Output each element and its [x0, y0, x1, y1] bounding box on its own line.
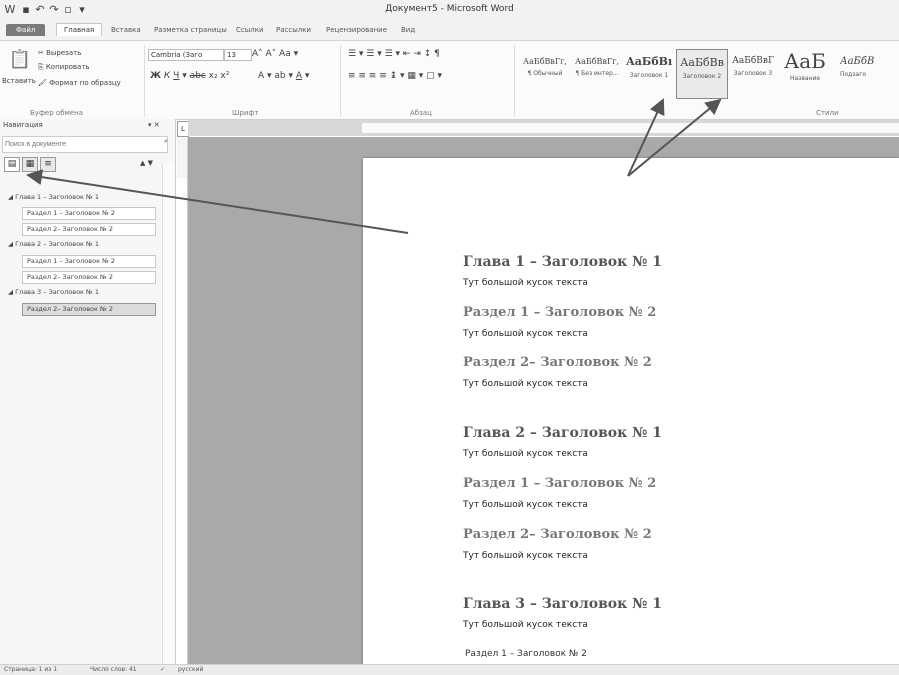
heading-2[interactable]: Раздел 1 – Заголовок № 2 — [463, 305, 656, 320]
copy-icon: ⎘ — [38, 63, 46, 71]
browse-results-tab[interactable]: ≡ — [40, 157, 56, 172]
format-painter-button[interactable]: 🖌 Формат по образцу — [38, 79, 121, 87]
ribbon: 📋 Вставить ✂ Вырезать ⎘ Копировать 🖌 Фор… — [0, 40, 899, 120]
heading-1[interactable]: Глава 1 – Заголовок № 1 — [463, 254, 662, 270]
paragraph-group-label: Абзац — [410, 109, 432, 117]
brush-icon: 🖌 — [38, 79, 50, 87]
scissors-icon: ✂ — [38, 49, 47, 57]
heading-2[interactable]: Раздел 2– Заголовок № 2 — [463, 527, 652, 542]
heading-2[interactable]: Раздел 1 – Заголовок № 2 — [463, 476, 656, 491]
vertical-ruler-white-area — [177, 178, 187, 664]
horizontal-ruler-white-area — [362, 123, 899, 133]
body-text[interactable]: Тут большой кусок текста — [463, 449, 588, 459]
font-size-select[interactable]: 13 — [224, 49, 252, 61]
style-heading-1[interactable]: АаБбВı Заголовок 1 — [624, 49, 674, 97]
search-input[interactable] — [2, 136, 168, 153]
tab-review[interactable]: Рецензирование — [320, 25, 393, 35]
browse-headings-tab[interactable]: ▤ — [4, 157, 20, 172]
heading-1[interactable]: Глава 2 – Заголовок № 1 — [463, 425, 662, 441]
heading-2[interactable]: Раздел 2– Заголовок № 2 — [463, 355, 652, 370]
group-separator — [340, 45, 341, 117]
tab-mailings[interactable]: Рассылки — [270, 25, 317, 35]
document-area: Глава 1 – Заголовок № 1 Тут большой кусо… — [188, 137, 899, 668]
styles-group-label: Стили — [816, 109, 839, 117]
navigation-pane-title: Навигация — [3, 121, 43, 129]
nav-heading-item[interactable]: ◢ Глава 2 – Заголовок № 1 — [8, 239, 158, 250]
tab-file[interactable]: Файл — [6, 24, 46, 36]
nav-heading-item[interactable]: ◢ Глава 3 – Заголовок № 1 — [8, 287, 158, 298]
browse-pages-tab[interactable]: ▦ — [22, 157, 38, 172]
tab-page-layout[interactable]: Разметка страницы — [148, 25, 233, 35]
font-name-select[interactable]: Cambria (Заго — [148, 49, 224, 61]
window-title: Документ5 - Microsoft Word — [385, 4, 514, 14]
title-bar: W ▪ ↶ ↷ ▫ ▾ Документ5 - Microsoft Word — [0, 0, 899, 22]
heading-1[interactable]: Глава 3 – Заголовок № 1 — [463, 596, 662, 612]
spellcheck-icon[interactable]: ✓ — [160, 666, 165, 673]
nav-heading-item[interactable]: ◢ Глава 1 – Заголовок № 1 — [8, 192, 158, 203]
document-page[interactable]: Глава 1 – Заголовок № 1 Тут большой кусо… — [363, 158, 899, 668]
tab-references[interactable]: Ссылки — [230, 25, 270, 35]
style-subtitle[interactable]: АаБбВ Подзаго — [840, 49, 899, 97]
nav-heading-item[interactable]: Раздел 2– Заголовок № 2 — [22, 223, 156, 236]
alignment-buttons[interactable]: ≡ ≡ ≡ ≡ ↨ ▾ ▦ ▾ ▢ ▾ — [348, 71, 442, 81]
search-icon[interactable]: ⌕ — [164, 137, 168, 146]
paste-icon[interactable]: 📋 — [6, 49, 34, 73]
vertical-ruler — [177, 138, 188, 664]
body-text[interactable]: Тут большой кусок текста — [463, 620, 588, 630]
nav-scrollbar[interactable] — [162, 164, 174, 664]
style-heading-2[interactable]: АаБбВв Заголовок 2 — [676, 49, 728, 99]
nav-arrows-icon[interactable]: ▲ ▼ — [140, 159, 153, 167]
body-text[interactable]: Тут большой кусок текста — [463, 278, 588, 288]
copy-button[interactable]: ⎘ Копировать — [38, 63, 90, 72]
style-no-spacing[interactable]: АаБбВвГг, ¶ Без интер... — [572, 49, 622, 97]
status-bar: Страница: 1 из 1 Число слов: 41 ✓ русски… — [0, 664, 899, 675]
font-color-buttons[interactable]: A ▾ ab ▾ A ▾ — [258, 71, 309, 81]
close-icon[interactable]: ▾ ✕ — [148, 121, 160, 129]
word-count[interactable]: Число слов: 41 — [90, 666, 137, 673]
language-indicator[interactable]: русский — [178, 666, 203, 673]
page-count[interactable]: Страница: 1 из 1 — [4, 666, 57, 673]
font-group-label: Шрифт — [232, 109, 259, 117]
nav-heading-item[interactable]: Раздел 2– Заголовок № 2 — [22, 271, 156, 284]
ribbon-tabs: Файл Главная Вставка Разметка страницы С… — [0, 22, 899, 40]
nav-heading-item[interactable]: Раздел 1 – Заголовок № 2 — [22, 255, 156, 268]
tab-view[interactable]: Вид — [395, 25, 421, 35]
tab-insert[interactable]: Вставка — [105, 25, 147, 35]
font-grow-icon[interactable]: A˄ A˅ Aa ▾ — [252, 49, 298, 59]
body-text[interactable]: Тут большой кусок текста — [463, 551, 588, 561]
tab-home[interactable]: Главная — [56, 23, 103, 36]
nav-heading-item[interactable]: Раздел 1 – Заголовок № 2 — [22, 207, 156, 220]
nav-heading-item-selected[interactable]: Раздел 2– Заголовок № 2 — [22, 303, 156, 316]
plain-text-heading[interactable]: Раздел 1 – Заголовок № 2 — [465, 649, 587, 659]
clipboard-group-label: Буфер обмена — [30, 109, 83, 117]
style-title[interactable]: АаБ Название — [780, 49, 830, 97]
group-separator — [144, 45, 145, 117]
body-text[interactable]: Тут большой кусок текста — [463, 500, 588, 510]
style-normal[interactable]: АаБбВвГг, ¶ Обычный — [520, 49, 570, 97]
body-text[interactable]: Тут большой кусок текста — [463, 379, 588, 389]
paste-button[interactable]: Вставить — [2, 77, 36, 85]
cut-button[interactable]: ✂ Вырезать — [38, 49, 81, 57]
body-text[interactable]: Тут большой кусок текста — [463, 329, 588, 339]
group-separator — [514, 45, 515, 117]
horizontal-ruler — [188, 120, 899, 136]
style-heading-3[interactable]: АаБбВвГ Заголовок 3 — [728, 49, 778, 97]
list-buttons[interactable]: ☰ ▾ ☰ ▾ ☰ ▾ ⇤ ⇥ ↕ ¶ — [348, 49, 440, 59]
font-format-buttons[interactable]: Ж К Ч ▾ abc x₂ x² — [150, 71, 229, 81]
navigation-pane: Навигация ▾ ✕ ⌕ ▤ ▦ ≡ ▲ ▼ ◢ Глава 1 – За… — [0, 119, 176, 664]
